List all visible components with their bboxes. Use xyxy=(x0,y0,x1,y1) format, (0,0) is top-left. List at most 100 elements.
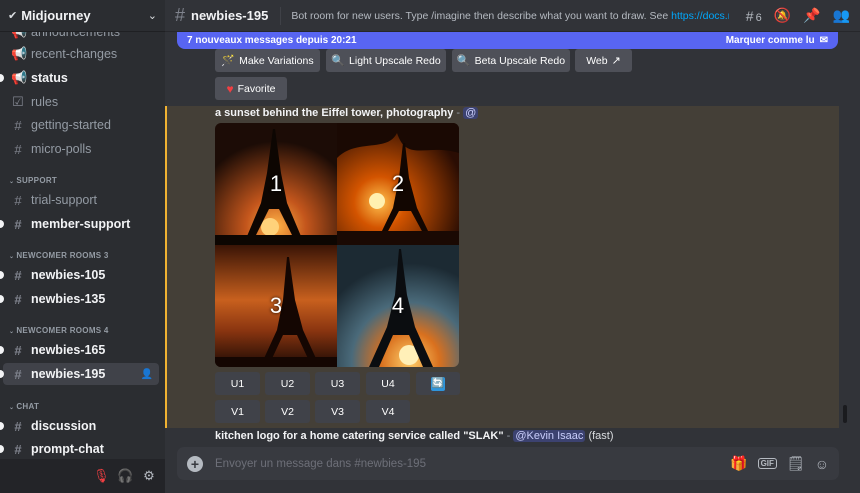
channel-newbies-165[interactable]: # newbies-165 xyxy=(0,339,159,361)
server-name: Midjourney xyxy=(21,8,91,23)
threads-icon: # xyxy=(745,7,754,24)
megaphone-icon: 📢 xyxy=(11,70,28,85)
threads-hash-icon: # xyxy=(14,267,22,283)
hash-icon: # xyxy=(14,117,22,133)
message-input[interactable] xyxy=(215,457,731,470)
mark-read-icon: ✉ xyxy=(819,35,828,46)
mark-as-read-button[interactable]: Marquer comme lu xyxy=(726,35,815,46)
grid-image-2[interactable]: 2 xyxy=(337,123,459,245)
channel-newbies-195[interactable]: # newbies-195 👤 xyxy=(0,363,159,385)
hash-icon: # xyxy=(14,418,22,434)
threads-hash-icon: # xyxy=(14,291,22,307)
member-list-icon[interactable]: 👥 xyxy=(833,7,850,24)
add-attachment-icon[interactable]: + xyxy=(187,455,203,472)
threads-hash-icon: # xyxy=(14,342,22,358)
gif-icon[interactable]: GIF xyxy=(757,458,777,469)
upscale-2-button[interactable]: U2 xyxy=(265,372,310,395)
megaphone-icon: 📢 xyxy=(11,46,28,61)
channel-sidebar: 📢 announcements ✔ Midjourney ⌄ 📢 recent-… xyxy=(0,0,165,493)
grid-image-4[interactable]: 4 xyxy=(337,245,459,367)
variation-3-button[interactable]: V3 xyxy=(315,400,360,423)
grid-number: 4 xyxy=(391,293,405,318)
chevron-down-icon: ⌄ xyxy=(9,254,15,260)
magnifier-icon: 🔍 xyxy=(331,55,346,67)
headphones-icon[interactable]: 🎧 xyxy=(117,468,133,484)
user-mention[interactable]: @Kevin Isaac xyxy=(513,430,586,442)
category-newcomer-rooms-4[interactable]: ⌄ NEWCOMER ROOMS 4 xyxy=(9,326,109,335)
threads-hash-icon: # xyxy=(14,192,22,208)
beta-upscale-redo-button[interactable]: 🔍 Beta Upscale Redo xyxy=(452,49,570,72)
user-controls: 🎙 🎧 ⚙ xyxy=(0,459,165,493)
external-link-icon: ↗ xyxy=(611,55,621,67)
category-chat[interactable]: ⌄ CHAT xyxy=(9,402,39,411)
channel-newbies-105[interactable]: # newbies-105 xyxy=(0,264,159,286)
message-prompt: a sunset behind the Eiffel tower, photog… xyxy=(215,107,479,119)
web-link-button[interactable]: Web ↗ xyxy=(575,49,632,72)
category-newcomer-rooms-3[interactable]: ⌄ NEWCOMER ROOMS 3 xyxy=(9,251,109,260)
hash-icon: # xyxy=(175,5,186,25)
user-mention[interactable]: @ xyxy=(463,107,479,119)
channel-newbies-135[interactable]: # newbies-135 xyxy=(0,288,159,310)
grid-number: 2 xyxy=(391,171,405,196)
chevron-down-icon: ⌄ xyxy=(9,179,15,185)
pin-icon[interactable]: 📌 xyxy=(803,7,820,24)
heart-icon: ♥ xyxy=(226,81,234,96)
light-upscale-redo-button[interactable]: 🔍 Light Upscale Redo xyxy=(326,49,446,72)
new-messages-text: 7 nouveaux messages depuis 20:21 xyxy=(187,35,357,46)
channel-header: # newbies-195 Bot room for new users. Ty… xyxy=(165,0,860,32)
divider xyxy=(280,6,282,25)
grid-image-1[interactable]: 1 xyxy=(215,123,337,245)
threads-count: 6 xyxy=(755,11,762,24)
generation-speed: (fast) xyxy=(588,430,614,442)
message-prompt: kitchen logo for a home catering service… xyxy=(215,430,614,442)
channel-recent-changes[interactable]: 📢 recent-changes xyxy=(3,43,159,65)
grid-number: 3 xyxy=(269,293,283,318)
composer-tools: 🎁 GIF 🗒 ☺ xyxy=(730,455,829,472)
hash-icon: # xyxy=(14,441,22,457)
channel-trial-support[interactable]: # trial-support xyxy=(3,189,159,211)
sticker-icon[interactable]: 🗒 xyxy=(787,455,805,472)
channel-micro-polls[interactable]: # micro-polls xyxy=(3,138,159,160)
refresh-icon: 🔄 xyxy=(431,376,445,391)
threads-hash-icon: # xyxy=(14,366,22,382)
channel-prompt-chat[interactable]: # prompt-chat xyxy=(0,438,159,460)
threads-hash-icon: # xyxy=(14,216,22,232)
channel-topic[interactable]: Bot room for new users. Type /imagine th… xyxy=(291,10,729,22)
hash-icon: # xyxy=(14,141,22,157)
channel-title: newbies-195 xyxy=(191,8,269,23)
header-toolbar: #6 🔕 📌 👥 xyxy=(746,7,850,24)
channel-rules[interactable]: ☑ rules xyxy=(3,91,159,113)
channel-member-support[interactable]: # member-support xyxy=(0,213,159,235)
grid-image-3[interactable]: 3 xyxy=(215,245,337,367)
new-messages-banner[interactable]: 7 nouveaux messages depuis 20:21 Marquer… xyxy=(177,32,838,49)
emoji-icon[interactable]: ☺ xyxy=(815,456,829,472)
upscale-3-button[interactable]: U3 xyxy=(315,372,360,395)
server-header[interactable]: ✔ Midjourney ⌄ xyxy=(0,0,165,32)
upscale-4-button[interactable]: U4 xyxy=(366,372,410,395)
variation-2-button[interactable]: V2 xyxy=(265,400,310,423)
topic-link[interactable]: https://docs.midjourn... xyxy=(671,10,729,22)
scrollbar-thumb[interactable] xyxy=(843,405,847,423)
gift-icon[interactable]: 🎁 xyxy=(730,455,747,472)
message-composer: + 🎁 GIF 🗒 ☺ xyxy=(177,447,839,480)
grid-number: 1 xyxy=(269,171,283,196)
category-support[interactable]: ⌄ SUPPORT xyxy=(9,176,57,185)
channel-discussion[interactable]: # discussion xyxy=(0,415,159,437)
make-variations-button[interactable]: 🪄 Make Variations xyxy=(215,49,320,72)
reroll-button[interactable]: 🔄 xyxy=(416,372,460,395)
favorite-button[interactable]: ♥ Favorite xyxy=(215,77,287,100)
variation-1-button[interactable]: V1 xyxy=(215,400,260,423)
variation-4-button[interactable]: V4 xyxy=(366,400,410,423)
notification-muted-icon[interactable]: 🔕 xyxy=(774,7,791,24)
chevron-down-icon: ⌄ xyxy=(9,329,15,335)
chevron-down-icon[interactable]: ⌄ xyxy=(148,9,157,22)
channel-getting-started[interactable]: # getting-started xyxy=(3,114,159,136)
microphone-muted-icon[interactable]: 🎙 xyxy=(93,468,110,484)
upscale-1-button[interactable]: U1 xyxy=(215,372,260,395)
magic-wand-icon: 🪄 xyxy=(221,55,236,67)
invite-member-icon[interactable]: 👤 xyxy=(141,369,153,380)
threads-button[interactable]: #6 xyxy=(746,8,762,24)
settings-gear-icon[interactable]: ⚙ xyxy=(141,468,157,484)
channel-status[interactable]: 📢 status xyxy=(0,67,159,89)
generated-image-grid[interactable]: 1 2 3 4 xyxy=(215,123,459,367)
